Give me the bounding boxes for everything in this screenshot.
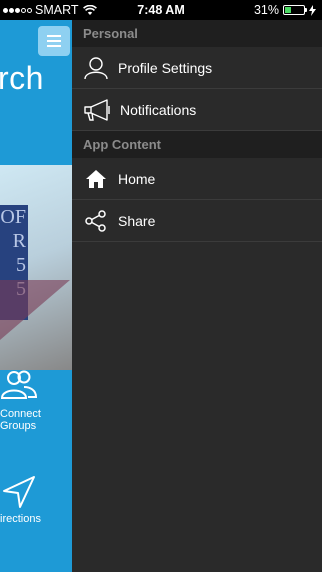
- charging-bolt-icon: [309, 4, 316, 16]
- menu-item-label: Share: [118, 212, 156, 229]
- menu-item-profile-settings[interactable]: Profile Settings: [72, 47, 322, 89]
- navigation-arrow-icon: [3, 476, 35, 508]
- menu-item-label: Notifications: [120, 101, 197, 118]
- tile-label-line2: Groups: [0, 420, 37, 432]
- section-header-app-content: App Content: [72, 131, 322, 158]
- home-icon: [76, 169, 116, 189]
- status-bar: SMART 7:48 AM 31%: [0, 0, 322, 20]
- connect-groups-tile[interactable]: Connect Groups: [0, 360, 72, 432]
- menu-item-home[interactable]: Home: [72, 158, 322, 200]
- battery-icon: [283, 5, 307, 15]
- battery-percent: 31%: [253, 3, 279, 17]
- side-drawer: Personal Profile Settings Notifications …: [72, 20, 322, 572]
- app-title: rch: [0, 60, 44, 96]
- background-app-screen[interactable]: rch OF R 5 5 Connect Groups irections: [0, 20, 72, 572]
- hamburger-menu-button[interactable]: [38, 26, 70, 56]
- megaphone-icon: [78, 98, 118, 122]
- battery-info: 31%: [254, 3, 316, 17]
- person-icon: [76, 56, 116, 80]
- menu-item-notifications[interactable]: Notifications: [72, 89, 322, 131]
- menu-item-share[interactable]: Share: [72, 200, 322, 242]
- tile-label-line1: Connect: [0, 408, 41, 420]
- menu-item-label: Home: [118, 170, 156, 187]
- hero-image: OF R 5 5: [0, 165, 72, 370]
- menu-item-label: Profile Settings: [118, 59, 213, 76]
- people-icon: [0, 370, 38, 399]
- tile-label: irections: [0, 513, 41, 525]
- directions-tile[interactable]: irections: [0, 465, 72, 525]
- share-icon: [76, 209, 116, 232]
- section-header-personal: Personal: [72, 20, 322, 47]
